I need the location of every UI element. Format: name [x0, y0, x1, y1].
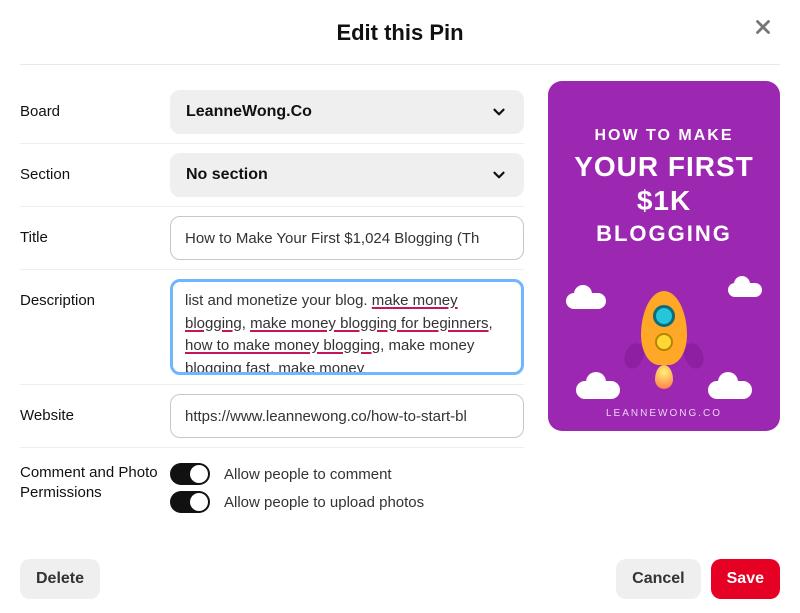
row-title: Title: [20, 207, 524, 270]
close-button[interactable]: [746, 10, 780, 44]
label-description: Description: [20, 279, 170, 311]
pin-preview-image: HOW TO MAKE YOUR FIRST $1K BLOGGING: [548, 81, 780, 431]
preview-line4: BLOGGING: [566, 221, 762, 247]
preview-line1: HOW TO MAKE: [566, 127, 762, 145]
label-permissions: Comment and Photo Permissions: [20, 457, 170, 502]
cloud-icon: [728, 283, 762, 297]
description-textarea[interactable]: list and monetize your blog. make money …: [170, 279, 524, 375]
preview-line2: YOUR FIRST: [566, 151, 762, 183]
preview-footer: LEANNEWONG.CO: [548, 408, 780, 419]
modal-title: Edit this Pin: [336, 20, 463, 46]
cloud-icon: [708, 381, 752, 399]
rocket-illustration: [548, 283, 780, 403]
cancel-button[interactable]: Cancel: [616, 559, 700, 599]
label-section: Section: [20, 153, 170, 185]
row-description: Description list and monetize your blog.…: [20, 270, 524, 385]
description-content: list and monetize your blog. make money …: [185, 292, 493, 375]
chevron-down-icon: [490, 166, 508, 184]
row-board: Board LeanneWong.Co: [20, 81, 524, 144]
website-input[interactable]: [170, 394, 524, 438]
title-input[interactable]: [170, 216, 524, 260]
permission-comment: Allow people to comment: [170, 463, 524, 485]
modal-footer: Delete Cancel Save: [20, 559, 780, 599]
modal-body: Board LeanneWong.Co Section No section: [20, 65, 780, 528]
row-website: Website: [20, 385, 524, 448]
row-section: Section No section: [20, 144, 524, 207]
modal-header: Edit this Pin: [20, 8, 780, 58]
rocket-icon: [629, 291, 699, 391]
permission-upload: Allow people to upload photos: [170, 491, 524, 513]
preview-line3: $1K: [566, 185, 762, 217]
cloud-icon: [576, 381, 620, 399]
edit-pin-modal: Edit this Pin Board LeanneWong.Co Sectio…: [0, 0, 800, 613]
section-select-value: No section: [186, 166, 268, 184]
save-button[interactable]: Save: [711, 559, 780, 599]
keyword: make money blogging for beginners: [250, 315, 488, 332]
toggle-allow-comment[interactable]: [170, 463, 210, 485]
toggle-allow-upload[interactable]: [170, 491, 210, 513]
preview-column: HOW TO MAKE YOUR FIRST $1K BLOGGING: [548, 81, 780, 528]
delete-button[interactable]: Delete: [20, 559, 100, 599]
close-icon: [752, 16, 774, 38]
row-permissions: Comment and Photo Permissions Allow peop…: [20, 448, 524, 528]
section-select[interactable]: No section: [170, 153, 524, 197]
toggle-allow-upload-label: Allow people to upload photos: [224, 494, 424, 511]
label-title: Title: [20, 216, 170, 248]
keyword: how to make money blogging: [185, 337, 380, 354]
board-select[interactable]: LeanneWong.Co: [170, 90, 524, 134]
label-website: Website: [20, 394, 170, 426]
board-select-value: LeanneWong.Co: [186, 103, 312, 121]
chevron-down-icon: [490, 103, 508, 121]
label-board: Board: [20, 90, 170, 122]
cloud-icon: [566, 293, 606, 309]
form-column: Board LeanneWong.Co Section No section: [20, 81, 524, 528]
toggle-allow-comment-label: Allow people to comment: [224, 466, 392, 483]
